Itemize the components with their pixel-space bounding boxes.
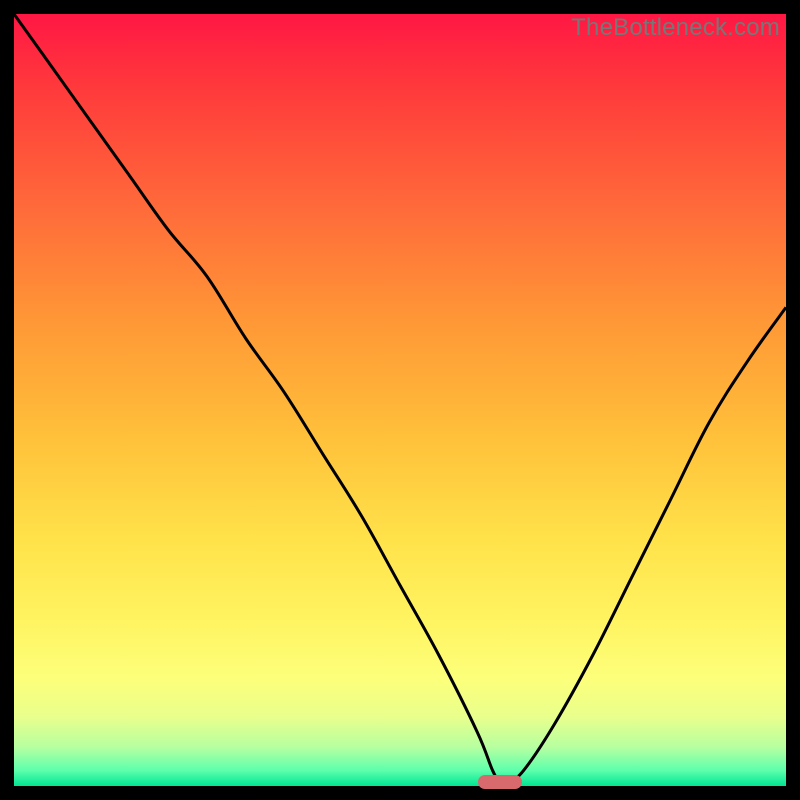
chart-frame: TheBottleneck.com [14,14,786,786]
bottleneck-curve [14,14,786,786]
minimum-marker [478,775,522,789]
bottleneck-curve-path [14,14,786,784]
